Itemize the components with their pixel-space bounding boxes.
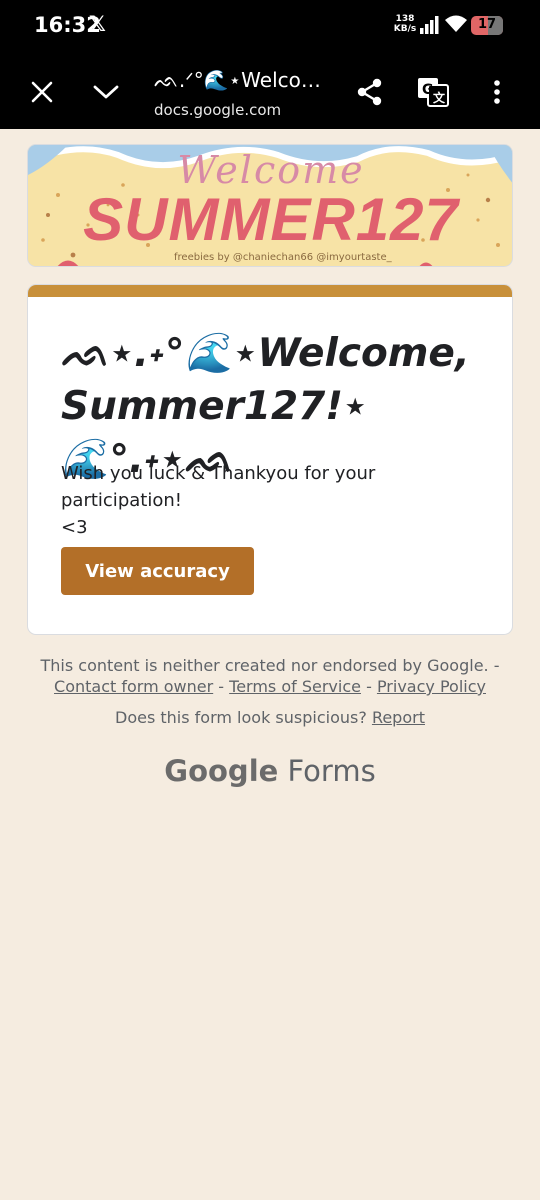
network-speed: 138 KB/s [393, 14, 417, 34]
disclaimer-text: This content is neither created nor endo… [40, 656, 500, 675]
battery-level: 17 [477, 17, 497, 32]
terms-of-service-link[interactable]: Terms of Service [229, 677, 361, 696]
share-button[interactable] [352, 74, 388, 110]
x-app-icon: 𝕏 [89, 12, 106, 36]
contact-form-owner-link[interactable]: Contact form owner [54, 677, 213, 696]
form-header-banner: Welcome SUMMER127 freebies by @chaniecha… [27, 144, 513, 267]
view-accuracy-button[interactable]: View accuracy [61, 547, 254, 595]
suspicious-text: Does this form look suspicious? [115, 708, 367, 727]
wifi-icon [445, 15, 467, 32]
network-speed-unit: KB/s [393, 24, 417, 34]
google-wordmark: Google [164, 754, 279, 788]
network-speed-value: 138 [395, 14, 415, 24]
privacy-policy-link[interactable]: Privacy Policy [377, 677, 486, 696]
form-card: ᨒ⋆.˖°🌊⋆Welcome, Summer127!⋆🌊°.˖⋆ᨒ Wish y… [27, 284, 513, 635]
browser-app-bar: ᨒ.ᐟ°🌊⋆Welcome… docs.google.com G 文 [0, 52, 540, 129]
banner-summer-text: SUMMER127 [83, 186, 459, 253]
report-link[interactable]: Report [372, 708, 425, 727]
chevron-down-icon [93, 85, 119, 99]
page-url: docs.google.com [154, 101, 282, 119]
footer-report: Does this form look suspicious? Report [0, 708, 540, 727]
form-message: Wish you luck & Thankyou for your partic… [61, 460, 491, 541]
close-icon [31, 81, 53, 103]
google-forms-logo[interactable]: Google Forms [0, 754, 540, 788]
translate-icon: G 文 [418, 78, 449, 107]
footer-separator: - [213, 677, 230, 696]
more-options-button[interactable] [479, 74, 515, 110]
footer-disclaimer: This content is neither created nor endo… [0, 655, 540, 697]
collapse-button[interactable] [88, 74, 124, 110]
card-accent-bar [28, 285, 512, 297]
footer-separator: - [360, 677, 377, 696]
page-title: ᨒ.ᐟ°🌊⋆Welcome… [154, 68, 334, 92]
battery-icon: 17 [471, 16, 503, 35]
form-message-line-1: Wish you luck & Thankyou for your partic… [61, 463, 376, 511]
close-button[interactable] [24, 74, 60, 110]
signal-icon [420, 16, 439, 34]
translate-button[interactable]: G 文 [415, 74, 451, 110]
more-vert-icon [494, 80, 500, 104]
banner-credit: freebies by @chaniechan66 @imyourtaste_ [174, 252, 392, 263]
status-bar: 16:32 𝕏 138 KB/s 17 [0, 0, 540, 52]
forms-wordmark: Forms [287, 754, 376, 788]
svg-text:文: 文 [433, 90, 446, 105]
svg-text:G: G [422, 82, 434, 98]
share-icon [357, 78, 382, 106]
form-message-line-2: <3 [61, 517, 88, 538]
